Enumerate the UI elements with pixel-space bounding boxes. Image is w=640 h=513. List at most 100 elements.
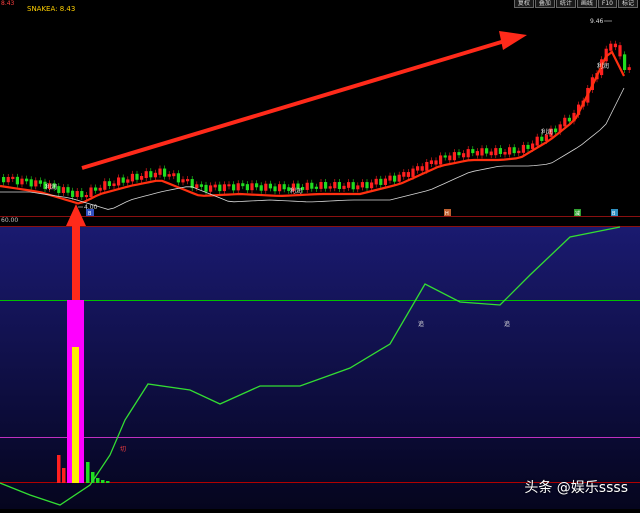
candle-body: [176, 173, 180, 183]
sub-chart-label: 60.00: [1, 217, 19, 224]
candle-body: [623, 54, 627, 70]
candle-body: [314, 186, 318, 189]
candle-body: [172, 173, 176, 177]
candle-body: [420, 166, 424, 171]
candle-body: [204, 184, 208, 192]
candle-body: [365, 182, 369, 189]
indicator-readout: SNAKEA: 8.43: [27, 5, 76, 13]
candle-body: [236, 183, 240, 191]
candle-body: [241, 183, 245, 187]
candle-body: [328, 186, 332, 189]
candle-body: [567, 117, 571, 122]
sub-marker-1: 追: [418, 320, 424, 328]
histogram-bar-small: [96, 478, 100, 483]
candle-body: [618, 45, 622, 57]
chart-stage: 9.46 4.00 利润 利润 利润 利润 B H 减 B 追 追 切 8.43…: [0, 0, 640, 509]
candle-body: [498, 148, 502, 154]
candle-body: [397, 174, 401, 182]
candle-body: [107, 181, 111, 187]
candle-body: [526, 144, 530, 149]
candle-body: [337, 182, 341, 189]
candle-body: [393, 175, 397, 182]
candle-body: [273, 186, 277, 192]
flag-label-3: 减: [575, 210, 580, 217]
candle-body: [512, 147, 516, 154]
candle-body: [61, 187, 65, 193]
candle-body: [2, 177, 6, 183]
candle-body: [333, 182, 337, 189]
candle-body: [227, 184, 231, 187]
candle-body: [130, 173, 134, 182]
candle-body: [250, 183, 254, 191]
candle-body: [89, 187, 93, 197]
draw-button[interactable]: 画线: [576, 0, 597, 8]
candle-body: [112, 183, 116, 187]
candle-body: [94, 187, 98, 191]
candlestick-series: [2, 40, 631, 201]
sub-chart-background: [0, 226, 640, 509]
candle-body: [232, 184, 236, 191]
candle-body: [15, 176, 19, 185]
candle-body: [402, 172, 406, 177]
candle-body: [310, 182, 314, 189]
candle-body: [485, 148, 489, 154]
candle-body: [521, 144, 525, 153]
candle-body: [163, 168, 167, 177]
candle-body: [508, 147, 512, 155]
f10-button[interactable]: F10: [597, 0, 617, 8]
candle-body: [531, 143, 535, 149]
mark-button[interactable]: 标记: [617, 0, 638, 8]
candle-body: [383, 178, 387, 185]
candle-body: [466, 149, 470, 158]
candle-body: [103, 181, 107, 190]
stats-button[interactable]: 统计: [555, 0, 576, 8]
candle-body: [282, 184, 286, 190]
histogram-bar-small: [106, 481, 110, 483]
candle-body: [11, 176, 15, 179]
adjust-button[interactable]: 复权: [513, 0, 534, 8]
candle-body: [57, 186, 61, 193]
sub-marker-2: 追: [504, 320, 510, 328]
candle-body: [494, 148, 498, 156]
signal-label-1: 利润: [45, 183, 57, 191]
candle-body: [213, 184, 217, 188]
candle-body: [195, 184, 199, 189]
candle-body: [80, 191, 84, 198]
histogram-bar-small: [62, 468, 66, 483]
candle-body: [153, 172, 157, 178]
flag-label-2: H: [445, 211, 449, 217]
candle-body: [406, 172, 410, 177]
candle-body: [517, 150, 521, 154]
toolbar: 8.43 SNAKEA: 8.43 复权 叠加 统计 画线 F10 标记: [0, 0, 640, 13]
candle-body: [117, 177, 121, 186]
candle-body: [144, 171, 148, 178]
candle-body: [443, 155, 447, 158]
candle-body: [374, 178, 378, 185]
trend-arrow: [81, 31, 527, 170]
candle-body: [609, 43, 613, 51]
candle-body: [259, 185, 263, 191]
candle-body: [452, 152, 456, 161]
flag-label-1: B: [88, 211, 92, 217]
candle-body: [135, 173, 139, 180]
candle-body: [342, 185, 346, 189]
candle-body: [34, 180, 38, 187]
candle-body: [627, 67, 631, 70]
overlay-button[interactable]: 叠加: [534, 0, 555, 8]
candle-body: [360, 182, 364, 188]
stock-chart[interactable]: 9.46 4.00 利润 利润 利润 利润 B H 减 B 追 追 切: [0, 0, 640, 509]
candle-body: [434, 160, 438, 165]
candle-body: [613, 43, 617, 48]
candle-body: [439, 155, 443, 165]
candle-body: [540, 136, 544, 141]
candle-body: [218, 184, 222, 192]
signal-label-2: 利润: [290, 187, 302, 195]
candle-body: [186, 179, 190, 182]
stock-code: 8.43: [1, 0, 15, 7]
candle-body: [222, 184, 226, 192]
histogram-bar-inner: [72, 347, 79, 483]
candle-body: [38, 180, 42, 184]
candle-body: [416, 166, 420, 171]
candle-body: [429, 160, 433, 164]
candle-body: [71, 190, 75, 197]
